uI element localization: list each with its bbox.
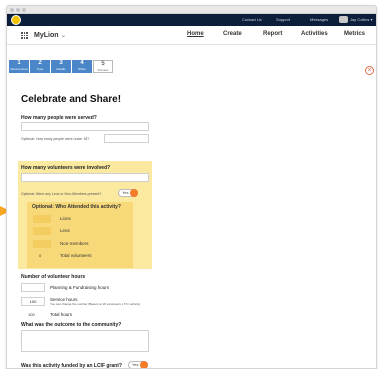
service-hours-input[interactable]: 100 — [21, 297, 45, 306]
served-question: How many people were served? — [21, 115, 97, 121]
window-zoom-dot[interactable] — [22, 8, 26, 12]
under18-input[interactable] — [104, 134, 149, 143]
step-service-area[interactable]: 1 Service Area — [9, 60, 29, 73]
grant-toggle[interactable]: Yes — [128, 361, 148, 368]
step-number: 1 — [17, 60, 21, 66]
main-navbar: MyLion ⌄ Home Create Report Activities M… — [7, 26, 376, 45]
window-minimize-dot[interactable] — [16, 8, 20, 12]
planning-hours-label: Planning & Fundraising hours — [50, 285, 110, 290]
step-preview[interactable]: 5 Preview — [93, 60, 113, 73]
step-label: Type — [36, 67, 44, 71]
step-label: Service Area — [10, 67, 28, 71]
under18-question: Optional: How many people were under 18? — [21, 137, 90, 141]
served-input[interactable] — [21, 122, 149, 131]
leos-question: Optional: Were any Leos or Non-Members p… — [21, 192, 102, 196]
browser-window: Contact Us Support Messages Jay Collins … — [6, 5, 377, 369]
total-hours-label: Total hours — [50, 312, 73, 317]
step-label: Details — [56, 67, 66, 71]
total-volunteers-value: 0 — [39, 253, 42, 258]
screenshot-stage: Contact Us Support Messages Jay Collins … — [0, 0, 383, 369]
step-details[interactable]: 3 Details — [51, 60, 71, 73]
attended-title: Optional: Who Attended this activity? — [32, 204, 121, 210]
lions-label: Lions — [60, 216, 71, 221]
contact-us-link[interactable]: Contact Us — [242, 17, 262, 22]
progress-steps: 1 Service Area 2 Type 3 Details 4 Share … — [7, 46, 376, 78]
total-hours-value: 100 — [28, 312, 35, 317]
toggle-label: Yes — [132, 362, 139, 367]
window-chrome — [7, 6, 376, 14]
brand-label: MyLion — [34, 32, 59, 39]
avatar[interactable] — [339, 16, 348, 23]
step-share[interactable]: 4 Share — [72, 60, 92, 73]
leos-label: Leos — [60, 228, 70, 233]
step-label: Share — [77, 67, 86, 71]
support-link[interactable]: Support — [276, 17, 290, 22]
user-menu[interactable]: Jay Collins ▾ — [350, 17, 372, 22]
toggle-knob — [130, 189, 138, 197]
nav-home[interactable]: Home — [187, 31, 204, 37]
utility-bar: Contact Us Support Messages Jay Collins … — [7, 14, 376, 26]
volunteers-input[interactable] — [21, 173, 149, 182]
toggle-label: Yes — [122, 190, 129, 195]
nonmembers-label: Non-members — [60, 241, 89, 246]
total-volunteers-label: Total volunteers — [60, 253, 92, 258]
lions-logo-icon[interactable] — [11, 15, 21, 25]
chevron-down-icon: ⌄ — [60, 32, 67, 39]
app-grid-icon[interactable] — [21, 32, 28, 39]
page-title: Celebrate and Share! — [21, 94, 122, 105]
window-close-dot[interactable] — [10, 8, 14, 12]
leos-count-input[interactable] — [33, 227, 51, 235]
lions-count-input[interactable] — [33, 215, 51, 223]
nonmembers-count-input[interactable] — [33, 240, 51, 248]
hours-title: Number of volunteer hours — [21, 274, 86, 280]
planning-hours-input[interactable] — [21, 283, 45, 292]
nav-report[interactable]: Report — [263, 31, 282, 37]
toggle-knob — [140, 361, 148, 368]
nav-activities[interactable]: Activities — [301, 31, 328, 37]
service-hours-note: You can change the number (Based on 20 v… — [50, 302, 141, 306]
leos-toggle[interactable]: Yes — [118, 189, 138, 197]
step-number: 3 — [59, 60, 63, 66]
messages-link[interactable]: Messages — [310, 17, 328, 22]
brand-title[interactable]: MyLion ⌄ — [34, 31, 66, 39]
step-label: Preview — [97, 68, 109, 72]
nav-create[interactable]: Create — [223, 31, 242, 37]
attended-panel — [27, 202, 133, 268]
step-number: 4 — [80, 60, 84, 66]
step-number: 2 — [38, 60, 42, 66]
nav-metrics[interactable]: Metrics — [344, 31, 365, 37]
outcome-question: What was the outcome to the community? — [21, 322, 122, 328]
step-type[interactable]: 2 Type — [30, 60, 50, 73]
grant-question: Was this activity funded by an LCIF gran… — [21, 363, 122, 369]
outcome-textarea[interactable] — [21, 330, 149, 352]
volunteers-question: How many volunteers were involved? — [21, 165, 111, 171]
close-icon[interactable]: × — [365, 66, 374, 75]
step-number: 5 — [101, 61, 105, 67]
